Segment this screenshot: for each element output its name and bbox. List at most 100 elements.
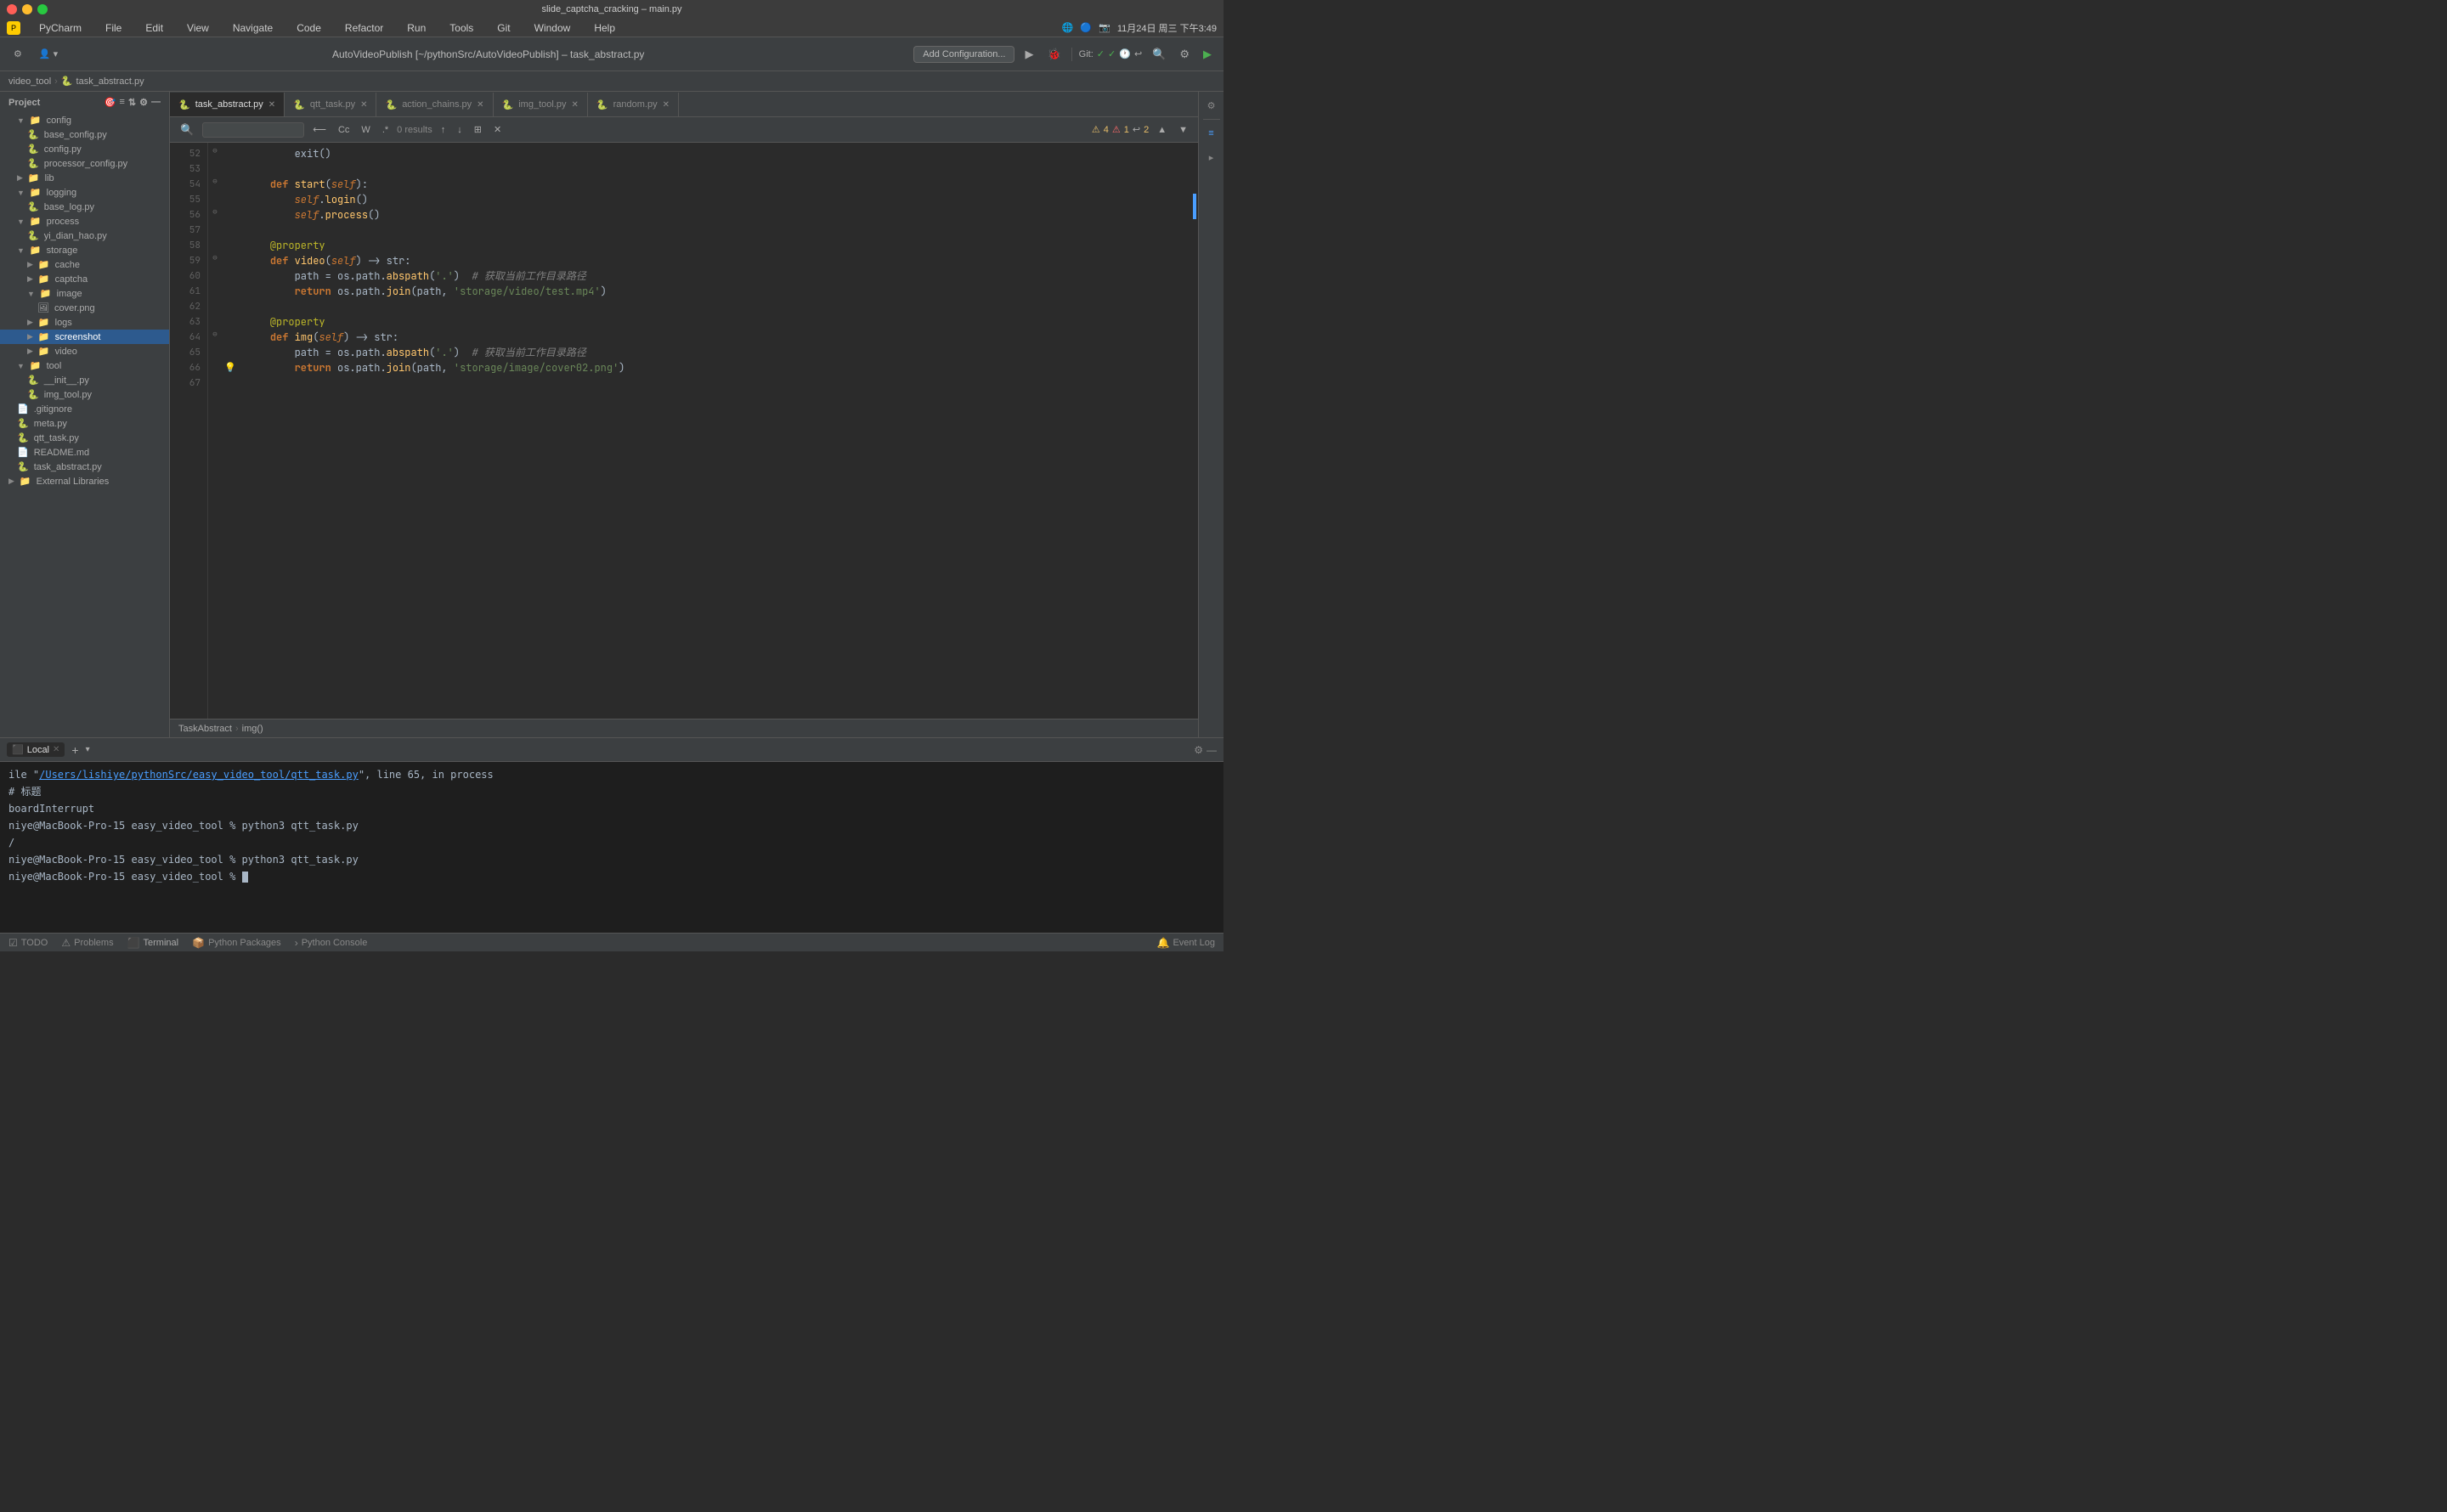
search-input[interactable]: [202, 122, 304, 138]
status-item-terminal[interactable]: ⬛ Terminal: [127, 937, 179, 949]
debug-button[interactable]: 🐞: [1043, 46, 1064, 63]
sidebar-item-storage[interactable]: 📁 storage: [0, 243, 169, 257]
tab-close-qtt-task[interactable]: ✕: [360, 100, 367, 110]
sidebar-item-cache[interactable]: 📁 cache: [0, 257, 169, 272]
code-line-65[interactable]: path = os.path.abspath('.') # 获取当前工作目录路径: [239, 345, 1191, 360]
fold-59[interactable]: ⊖: [208, 250, 222, 265]
terminal-add-button[interactable]: +: [71, 743, 78, 757]
menu-navigate[interactable]: Navigate: [228, 20, 278, 36]
terminal-link-1[interactable]: /Users/lishiye/pythonSrc/easy_video_tool…: [39, 769, 359, 781]
git-check-icon[interactable]: ✓: [1097, 48, 1105, 59]
fold-54[interactable]: ⊖: [208, 173, 222, 189]
sidebar-item-lib[interactable]: 📁 lib: [0, 171, 169, 185]
sidebar-settings-icon[interactable]: ⚙: [139, 97, 148, 108]
search-expand-icon[interactable]: ⊞: [471, 123, 485, 136]
code-line-53[interactable]: [239, 161, 1191, 177]
sidebar-item-logs[interactable]: 📁 logs: [0, 315, 169, 330]
sidebar-locate-icon[interactable]: 🎯: [105, 97, 116, 108]
person-icon[interactable]: 👤 ▾: [34, 46, 63, 62]
sidebar-item-cover-png[interactable]: 🖼 cover.png: [0, 301, 169, 315]
code-lines[interactable]: exit() def start(self): self.login() sel…: [239, 143, 1191, 719]
tab-close-img-tool[interactable]: ✕: [572, 100, 579, 110]
terminal-content[interactable]: ile "/Users/lishiye/pythonSrc/easy_video…: [0, 762, 1224, 933]
terminal-minimize-icon[interactable]: —: [1207, 744, 1217, 756]
sidebar-item-task-abstract[interactable]: 🐍 task_abstract.py: [0, 460, 169, 474]
code-breadcrumb-method[interactable]: img(): [242, 724, 263, 734]
sidebar-item-meta[interactable]: 🐍 meta.py: [0, 416, 169, 431]
code-line-52[interactable]: exit(): [239, 146, 1191, 161]
menu-window[interactable]: Window: [529, 20, 576, 36]
terminal-dropdown-icon[interactable]: ▾: [86, 745, 90, 754]
breadcrumb-file[interactable]: task_abstract.py: [76, 76, 144, 87]
sidebar-item-base-log[interactable]: 🐍 base_log.py: [0, 200, 169, 214]
code-line-56[interactable]: self.process(): [239, 207, 1191, 223]
right-icon-expand[interactable]: ▸: [1201, 147, 1222, 167]
sidebar-item-video[interactable]: 📁 video: [0, 344, 169, 358]
sidebar-item-processor-config[interactable]: 🐍 processor_config.py: [0, 156, 169, 171]
add-configuration-button[interactable]: Add Configuration...: [913, 46, 1014, 63]
terminal-tab-local[interactable]: ⬛ Local ✕: [7, 742, 65, 757]
git-history-icon[interactable]: 🕐: [1119, 48, 1131, 59]
code-line-58[interactable]: @property: [239, 238, 1191, 253]
search-prev-icon[interactable]: 🔍: [177, 121, 197, 138]
sidebar-sort-icon[interactable]: ⇅: [128, 97, 136, 108]
toolbar-settings-icon[interactable]: ⚙: [1176, 46, 1193, 63]
sidebar-item-external-libs[interactable]: 📁 External Libraries: [0, 474, 169, 488]
search-icon[interactable]: 🔍: [1149, 46, 1169, 63]
search-replace-icon[interactable]: ⟵: [309, 123, 330, 136]
sidebar-item-gitignore[interactable]: 📄 .gitignore: [0, 402, 169, 416]
tab-random[interactable]: 🐍 random.py ✕: [588, 93, 679, 116]
code-editor[interactable]: 52 53 54 55 56 57 58 59 60 61 62 63 64 6…: [170, 143, 1198, 719]
menu-view[interactable]: View: [182, 20, 214, 36]
code-line-64[interactable]: def img(self) -> str:: [239, 330, 1191, 345]
menu-tools[interactable]: Tools: [444, 20, 478, 36]
search-word-icon[interactable]: W: [358, 124, 373, 136]
code-line-67[interactable]: [239, 375, 1191, 391]
search-down-icon[interactable]: ↓: [454, 124, 466, 136]
sidebar-item-config-py[interactable]: 🐍 config.py: [0, 142, 169, 156]
status-item-python-console[interactable]: › Python Console: [295, 937, 368, 949]
fold-64[interactable]: ⊖: [208, 326, 222, 341]
sidebar-item-captcha[interactable]: 📁 captcha: [0, 272, 169, 286]
sidebar-item-logging[interactable]: 📁 logging: [0, 185, 169, 200]
hint-bulb-icon[interactable]: 💡: [224, 362, 236, 374]
sidebar-item-base-config[interactable]: 🐍 base_config.py: [0, 127, 169, 142]
sidebar-close-icon[interactable]: —: [151, 97, 161, 108]
terminal-tab-close[interactable]: ✕: [53, 745, 59, 754]
sidebar-item-screenshot[interactable]: 📁 screenshot: [0, 330, 169, 344]
search-close-icon[interactable]: ✕: [490, 123, 505, 136]
tab-qtt-task[interactable]: 🐍 qtt_task.py ✕: [285, 93, 376, 116]
code-line-62[interactable]: [239, 299, 1191, 314]
sidebar-item-tool[interactable]: 📁 tool: [0, 358, 169, 373]
menu-code[interactable]: Code: [291, 20, 326, 36]
code-line-66[interactable]: return os.path.join(path, 'storage/image…: [239, 360, 1191, 375]
gutter-66[interactable]: 💡: [222, 360, 239, 375]
menu-git[interactable]: Git: [492, 20, 515, 36]
search-regex-icon[interactable]: .*: [379, 124, 392, 136]
search-case-icon[interactable]: Cc: [335, 124, 353, 136]
menu-help[interactable]: Help: [589, 20, 620, 36]
menu-edit[interactable]: Edit: [140, 20, 168, 36]
status-item-todo[interactable]: ☑ TODO: [8, 937, 48, 949]
breadcrumb-project[interactable]: video_tool: [8, 76, 51, 87]
tab-close-task-abstract[interactable]: ✕: [268, 100, 275, 110]
menu-run[interactable]: Run: [402, 20, 431, 36]
search-expand-up-icon[interactable]: ▲: [1154, 124, 1170, 136]
sidebar-item-image[interactable]: 📁 image: [0, 286, 169, 301]
code-line-63[interactable]: @property: [239, 314, 1191, 330]
code-breadcrumb-class[interactable]: TaskAbstract: [178, 724, 232, 734]
tab-action-chains[interactable]: 🐍 action_chains.py ✕: [376, 93, 493, 116]
fold-56[interactable]: ⊖: [208, 204, 222, 219]
code-line-57[interactable]: [239, 223, 1191, 238]
sidebar-item-config[interactable]: 📁 config: [0, 113, 169, 127]
tab-close-random[interactable]: ✕: [663, 100, 670, 110]
code-line-60[interactable]: path = os.path.abspath('.') # 获取当前工作目录路径: [239, 268, 1191, 284]
code-line-59[interactable]: def video(self) -> str:: [239, 253, 1191, 268]
tab-close-action-chains[interactable]: ✕: [477, 100, 483, 110]
sidebar-collapse-icon[interactable]: ≡: [119, 97, 124, 108]
git-revert-icon[interactable]: ↩: [1134, 48, 1142, 59]
right-icon-diff[interactable]: ≡: [1201, 123, 1222, 144]
right-icon-settings[interactable]: ⚙: [1201, 95, 1222, 116]
minimize-button[interactable]: [22, 4, 32, 14]
git-sync-icon[interactable]: ✓: [1108, 48, 1116, 59]
